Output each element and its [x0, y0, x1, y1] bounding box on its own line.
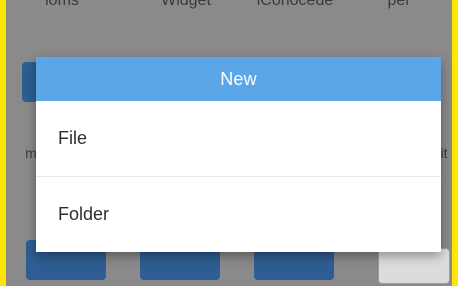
app-tile [378, 248, 450, 284]
new-folder-option[interactable]: Folder [36, 176, 441, 252]
new-item-dialog: New File Folder [36, 57, 441, 252]
home-screen: ioms Widget iConocede per m it New File … [6, 0, 452, 286]
app-label-1: ioms [45, 0, 79, 9]
dialog-title: New [36, 57, 441, 101]
screenshot-frame: ioms Widget iConocede per m it New File … [0, 0, 458, 286]
app-label-4: per [387, 0, 411, 9]
new-file-option[interactable]: File [36, 101, 441, 176]
app-label-2: Widget [161, 0, 211, 9]
app-label-3: iConocede [256, 0, 334, 9]
